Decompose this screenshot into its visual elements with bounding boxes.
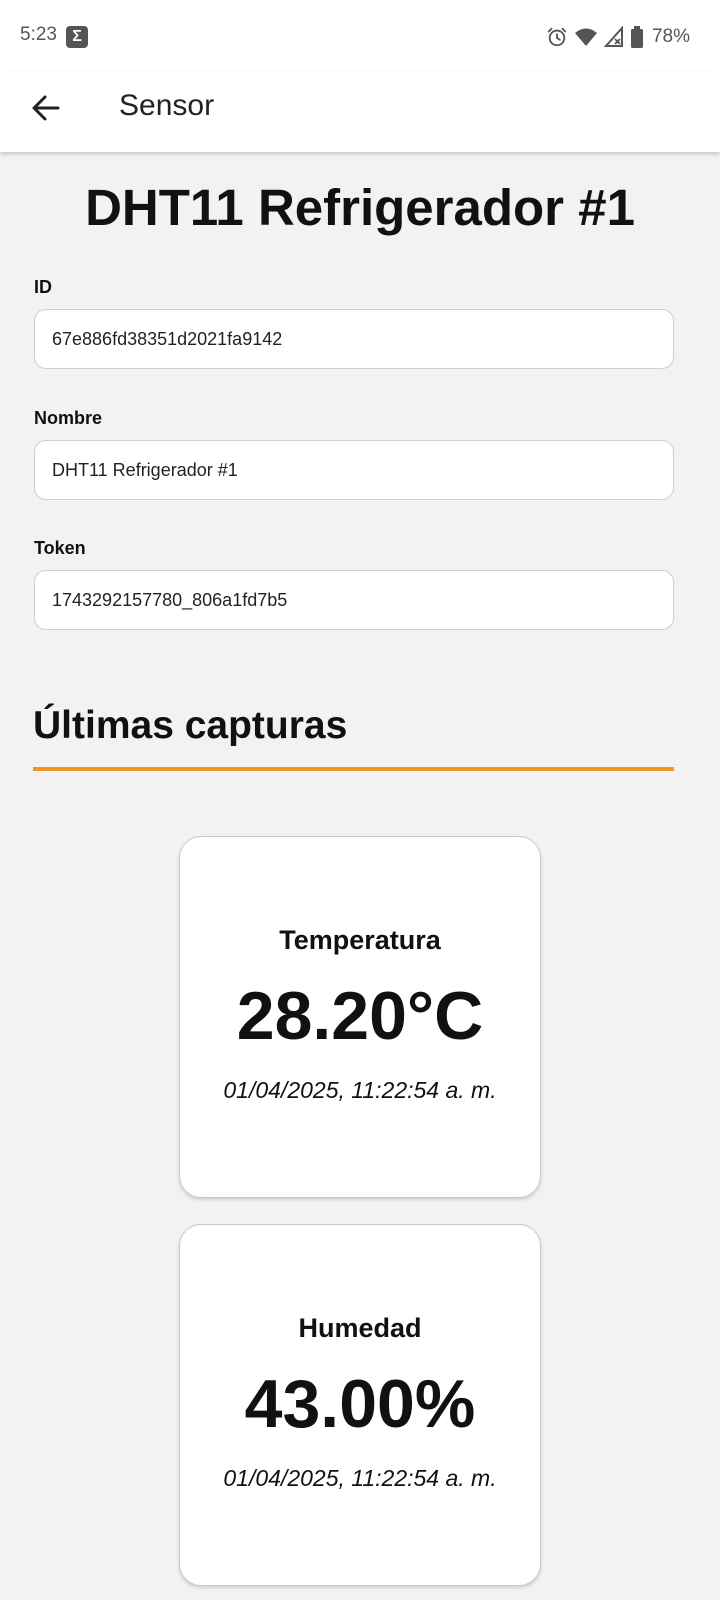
sensor-title: DHT11 Refrigerador #1	[85, 179, 635, 236]
app-bar: Sensor	[0, 72, 720, 152]
sigma-icon: Σ	[66, 26, 88, 48]
temperature-label: Temperatura	[279, 925, 441, 955]
status-icons: 78%	[546, 24, 690, 50]
temperature-card: Temperatura 28.20°C 01/04/2025, 11:22:54…	[179, 836, 541, 1198]
arrow-left-icon[interactable]	[28, 90, 64, 126]
id-field[interactable]	[34, 309, 674, 369]
wifi-icon	[574, 26, 598, 48]
humidity-card: Humedad 43.00% 01/04/2025, 11:22:54 a. m…	[179, 1224, 541, 1586]
token-field[interactable]	[34, 570, 674, 630]
battery-percent: 78%	[651, 26, 690, 47]
sensor-detail[interactable]: DHT11 Refrigerador #1 ID Nombre Token Úl…	[0, 152, 720, 1600]
no-signal-icon	[603, 26, 624, 48]
status-time: 5:23	[20, 24, 57, 45]
nombre-label: Nombre	[34, 408, 103, 428]
temperature-timestamp: 01/04/2025, 11:22:54 a. m.	[223, 1077, 497, 1103]
captures-section-title: Últimas capturas	[33, 704, 348, 747]
nombre-field[interactable]	[34, 440, 674, 500]
page-title: Sensor	[119, 89, 215, 122]
id-label: ID	[34, 277, 52, 297]
section-divider	[33, 767, 674, 771]
temperature-value: 28.20°C	[236, 978, 484, 1054]
battery-icon	[630, 26, 644, 48]
status-bar: 5:23 Σ 78%	[0, 0, 720, 72]
humidity-label: Humedad	[298, 1313, 422, 1343]
token-label: Token	[34, 538, 86, 558]
alarm-icon	[546, 26, 568, 48]
humidity-value: 43.00%	[244, 1366, 476, 1442]
humidity-timestamp: 01/04/2025, 11:22:54 a. m.	[223, 1465, 497, 1491]
